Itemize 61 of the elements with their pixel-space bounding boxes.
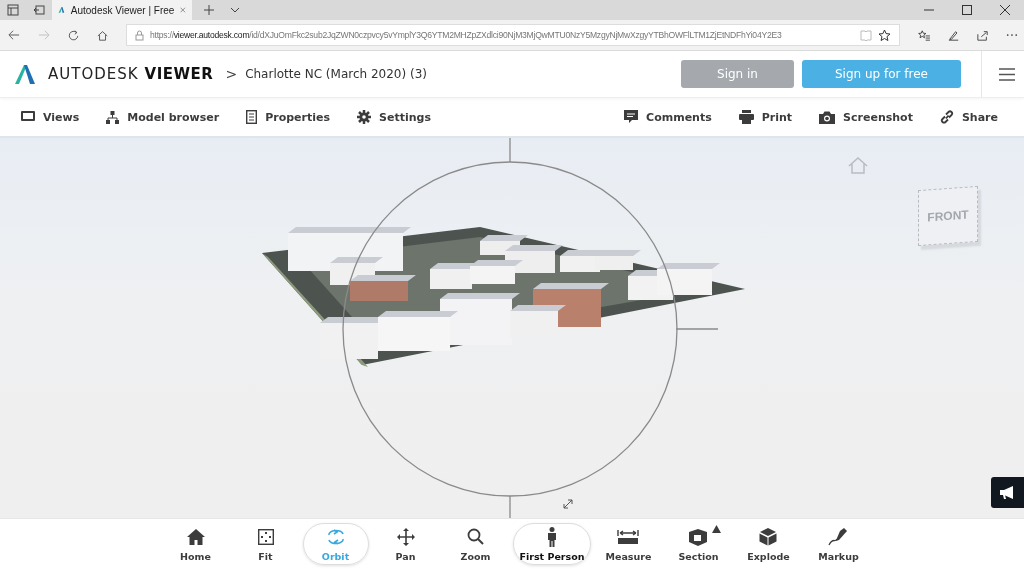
tool-button[interactable]: Explode (735, 523, 802, 565)
star-icon[interactable] (878, 28, 891, 42)
hierarchy-icon (106, 110, 120, 124)
tool-button[interactable]: Measure (595, 523, 662, 565)
menu-icon[interactable] (999, 67, 1015, 81)
refresh-icon[interactable] (67, 28, 79, 42)
feedback-button[interactable] (991, 477, 1024, 508)
toolbar-button[interactable]: Views (8, 106, 94, 128)
printer-icon (738, 110, 754, 124)
pen-icon[interactable] (947, 28, 959, 42)
home-icon (186, 528, 205, 545)
comment-icon (624, 110, 639, 124)
toolbar-button[interactable]: Screenshot (806, 106, 927, 128)
toolbar-button[interactable]: Settings (344, 106, 445, 128)
tool-button[interactable]: Markup (805, 523, 872, 565)
megaphone-icon (999, 486, 1016, 499)
tool-button[interactable]: Pan (372, 523, 439, 565)
toolbar-button[interactable]: Print (725, 106, 807, 128)
search-icon (467, 528, 484, 545)
resize-cursor-icon (563, 499, 573, 509)
share-icon[interactable] (977, 28, 989, 42)
back-tab-icon[interactable] (33, 4, 45, 16)
camera-icon (819, 110, 836, 124)
address-field[interactable]: https://viewer.autodesk.com/id/dXJuOmFkc2sub2JqZWN0czpvcy5vYmplY3Q6YTM2MHZpZXdlci90NjM3MjQwMTU0NzY5MzgyNjMwXzgyYTBhOWFlLTM1ZjEtNDFhYi04Y2E3 (126, 24, 900, 46)
new-tab-icon[interactable] (203, 4, 215, 16)
product-name: VIEWER (144, 65, 214, 83)
toolbar-button[interactable]: Share (926, 106, 1012, 128)
monitor-icon (21, 111, 35, 123)
person-icon (546, 526, 558, 547)
home-icon[interactable] (96, 28, 108, 42)
logo-icon (58, 4, 65, 16)
back-arrow-icon[interactable] (8, 29, 20, 41)
breadcrumb-separator: > (225, 66, 238, 82)
move-arrows-icon (396, 527, 415, 546)
tool-button[interactable]: Fit (232, 523, 299, 565)
toolbar-button[interactable]: Comments (611, 106, 726, 128)
orbit-icon (325, 527, 346, 546)
settings-icon (357, 110, 371, 124)
close-icon[interactable] (1000, 5, 1010, 15)
document-icon (246, 110, 258, 124)
brand-name: AUTODESK (48, 65, 139, 83)
orbit-gizmo[interactable] (342, 138, 719, 518)
link-icon (939, 110, 954, 124)
cube-icon (759, 527, 778, 546)
favorites-icon[interactable] (918, 28, 930, 42)
tab-set-icon[interactable] (7, 4, 19, 16)
logo-icon[interactable] (14, 64, 36, 84)
fit-icon (257, 528, 274, 545)
tool-button[interactable]: Home (162, 523, 229, 565)
toolbar-button[interactable]: Model browser (93, 106, 234, 128)
document-title: Charlotte NC (March 2020) (3) (245, 67, 427, 81)
section-box-icon (688, 527, 709, 546)
more-icon[interactable] (1006, 33, 1018, 37)
toolbar-button[interactable]: Properties (233, 106, 344, 128)
lock-icon (135, 29, 144, 41)
maximize-icon[interactable] (962, 5, 972, 15)
browser-tab[interactable]: Autodesk Viewer | Free (52, 0, 192, 20)
ruler-icon (617, 528, 640, 545)
tool-button[interactable]: Zoom (442, 523, 509, 565)
pen-icon (828, 527, 849, 546)
tool-button[interactable]: Section (665, 523, 732, 565)
